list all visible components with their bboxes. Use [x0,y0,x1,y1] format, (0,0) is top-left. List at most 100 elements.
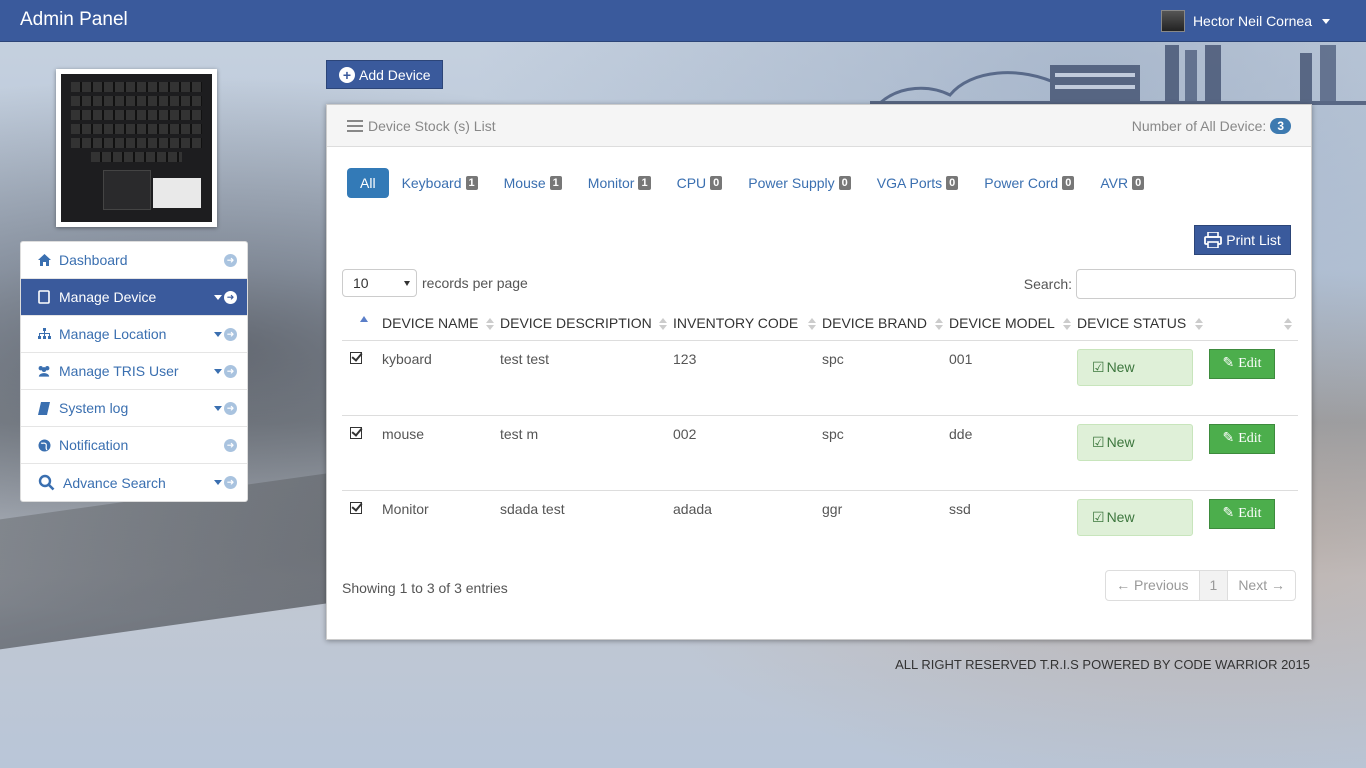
arrow-circle-right-icon: ➜ [224,365,237,378]
plus-circle-icon: + [339,66,355,83]
add-device-label: Add Device [359,66,431,83]
chevron-down-icon [214,406,222,411]
sidebar-item-system-log[interactable]: System log ➜ [21,390,247,427]
user-menu[interactable]: Hector Neil Cornea [1160,10,1330,32]
checkbox-checked-icon[interactable] [350,501,362,514]
chevron-down-icon [214,480,222,485]
checkbox-checked-icon[interactable] [350,426,362,439]
device-count-label: Number of All Device: [1131,118,1267,134]
table-header-device-model[interactable]: DEVICE MODEL [949,307,1077,341]
cell-device-description: test test [500,340,673,416]
table-header-actions[interactable] [1209,307,1298,341]
device-image [56,69,217,227]
edit-button[interactable]: ✎ Edit [1209,498,1275,529]
cell-device-brand: spc [822,340,949,416]
filter-label: All [360,175,376,191]
cell-device-brand: ggr [822,500,843,517]
records-per-page-label: records per page [422,275,528,291]
checkbox-check-icon: ☑ [1092,508,1105,525]
edit-button[interactable]: ✎ Edit [1209,348,1275,379]
page-number-button[interactable]: 1 [1198,571,1228,600]
filter-label: Power Cord [984,175,1059,191]
status-badge: ☑ New [1077,348,1193,386]
home-icon [37,253,51,267]
filter-tab-vga-ports[interactable]: VGA Ports 0 [864,168,971,198]
table-header-device-brand[interactable]: DEVICE BRAND [822,307,949,341]
cell-device-name: kyboard [382,340,500,416]
table-header-device-status[interactable]: DEVICE STATUS [1077,307,1209,341]
cell-device-name: mouse [382,415,500,491]
sidebar-item-dashboard[interactable]: Dashboard ➜ [21,242,247,279]
globe-icon [37,438,51,452]
table-row: mouse test m 002 spc dde ☑ New ✎ Edit [342,415,1298,491]
cell-device-description: test m [500,415,673,491]
table-header-select[interactable] [342,307,382,341]
device-count: Number of All Device: 3 [1132,118,1291,134]
list-icon [347,119,363,132]
arrow-circle-right-icon: ➜ [224,291,237,304]
table-header-inventory-code[interactable]: INVENTORY CODE [673,307,822,341]
filter-tab-cpu[interactable]: CPU 0 [664,168,736,198]
edit-button[interactable]: ✎ Edit [1209,423,1275,454]
app-title[interactable]: Admin Panel [20,9,128,31]
filter-tab-mouse[interactable]: Mouse 1 [491,168,575,198]
filter-count-badge: 0 [838,176,851,190]
sort-icon [486,318,494,330]
next-page-button[interactable]: Next → [1227,571,1295,600]
table-header-device-name[interactable]: DEVICE NAME [382,307,500,341]
top-navbar: Admin Panel Hector Neil Cornea [0,0,1366,42]
table-info: Showing 1 to 3 of 3 entries [342,580,508,596]
sort-icon [1284,318,1292,330]
filter-tab-avr[interactable]: AVR 0 [1087,168,1157,198]
sidebar-item-notification[interactable]: Notification ➜ [21,427,247,464]
filter-count-badge: 0 [946,176,959,190]
footer-text: ALL RIGHT RESERVED T.R.I.S POWERED BY CO… [895,657,1310,672]
cell-device-model: dde [949,415,1077,491]
filter-label: VGA Ports [876,175,943,191]
chevron-down-icon [1322,18,1330,24]
filter-count-badge: 1 [465,176,478,190]
filter-tab-monitor[interactable]: Monitor 1 [575,168,664,198]
filter-tab-power-supply[interactable]: Power Supply 0 [735,168,864,198]
pencil-icon: ✎ [1222,356,1235,371]
table-header-device-description[interactable]: DEVICE DESCRIPTION [500,307,673,341]
status-badge: ☑ New [1077,498,1193,536]
sidebar-item-label: Notification [59,437,129,453]
sort-icon [808,318,816,330]
add-device-button[interactable]: + Add Device [326,60,443,89]
pencil-icon: ✎ [1222,506,1235,521]
sidebar-item-label: System log [59,400,129,416]
cell-device-brand: spc [822,415,949,491]
sort-icon [659,318,667,330]
sidebar-item-label: Dashboard [59,252,128,268]
sidebar-item-advance-search[interactable]: Advance Search ➜ [21,464,247,501]
sidebar-item-manage-location[interactable]: Manage Location ➜ [21,316,247,353]
records-per-page-select[interactable]: 10 [342,269,417,297]
checkbox-checked-icon[interactable] [350,351,362,364]
background-books [870,45,1366,105]
filter-label: Power Supply [748,175,835,191]
book-icon [37,401,51,415]
filter-count-badge: 1 [549,176,562,190]
filter-tab-power-cord[interactable]: Power Cord 0 [971,168,1087,198]
table-row: Monitor sdada test adada ggr ssd ☑ New ✎ E… [342,490,1298,565]
filter-label: CPU [676,175,707,191]
filter-count-badge: 0 [710,176,723,190]
cell-device-model: ssd [949,500,971,517]
table-search: Search: [1024,269,1296,299]
search-icon [37,474,55,491]
sidebar-item-manage-tris-user[interactable]: Manage TRIS User ➜ [21,353,247,390]
filter-tab-all[interactable]: All [347,168,389,198]
sort-icon [1195,318,1203,330]
search-input[interactable] [1076,269,1296,299]
cell-device-description: sdada test [500,500,565,517]
filter-tab-keyboard[interactable]: Keyboard 1 [389,168,491,198]
cell-inventory-code: 123 [673,340,822,416]
sidebar-item-manage-device[interactable]: Manage Device ➜ [21,279,247,316]
pagination: ← Previous 1 Next → [1105,570,1296,601]
sidebar-item-label: Manage TRIS User [59,363,179,379]
previous-page-button[interactable]: ← Previous [1106,571,1198,600]
user-name: Hector Neil Cornea [1192,13,1312,29]
print-list-button[interactable]: Print List [1194,225,1291,255]
filter-label: Monitor [587,175,635,191]
